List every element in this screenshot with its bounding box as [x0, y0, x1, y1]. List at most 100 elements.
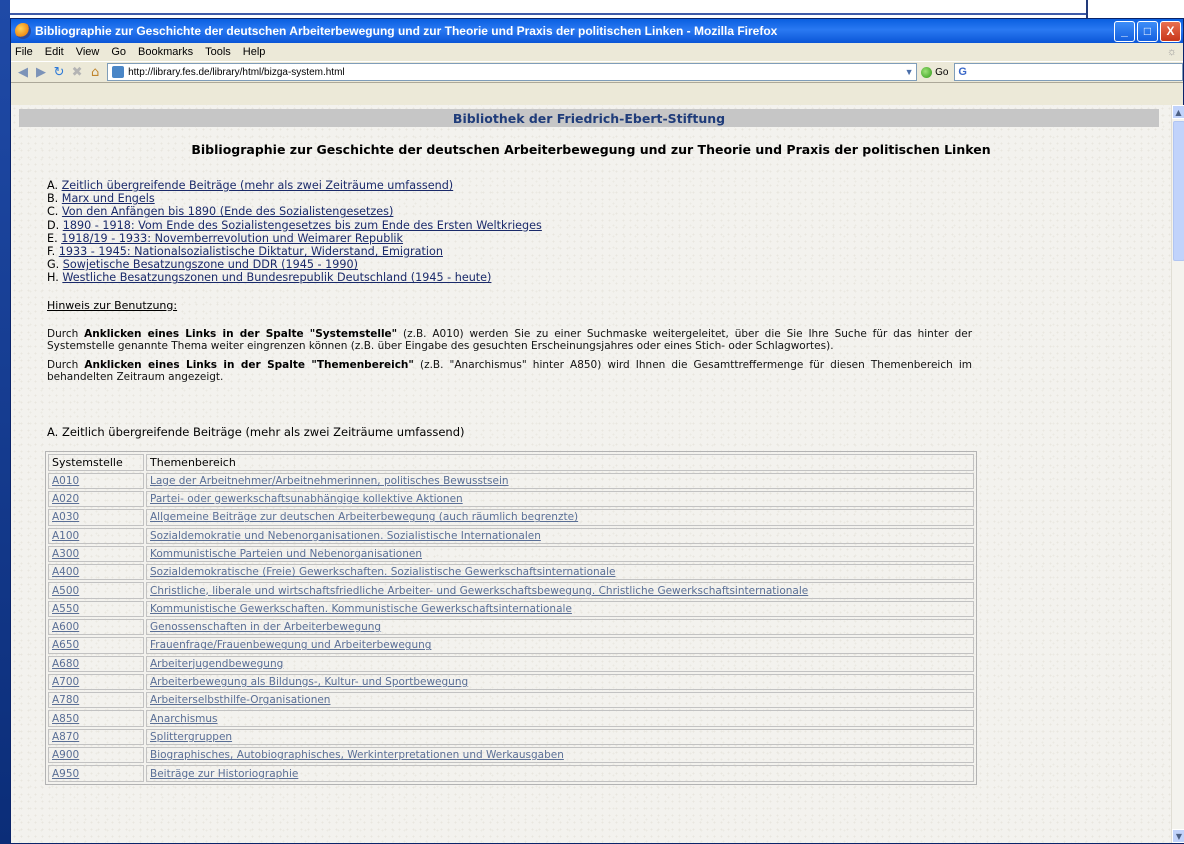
- systemstelle-link[interactable]: A870: [52, 731, 79, 743]
- themenbereich-link[interactable]: Sozialdemokratie und Nebenorganisationen…: [150, 530, 541, 542]
- systemstelle-link[interactable]: A500: [52, 585, 79, 597]
- desktop-left-edge: [0, 0, 10, 844]
- table-row: A650 Frauenfrage/Frauenbewegung und Arbei…: [48, 637, 974, 654]
- themenbereich-link[interactable]: Frauenfrage/Frauenbewegung und Arbeiterb…: [150, 639, 431, 651]
- themenbereich-link[interactable]: Kommunistische Gewerkschaften. Kommunist…: [150, 603, 572, 615]
- systemstelle-link[interactable]: A650: [52, 639, 79, 651]
- home-icon[interactable]: ⌂: [89, 63, 101, 81]
- title-bar[interactable]: Bibliographie zur Geschichte der deutsch…: [11, 19, 1183, 43]
- go-button[interactable]: Go: [921, 66, 948, 78]
- toc-link[interactable]: Von den Anfängen bis 1890 (Ende des Sozi…: [62, 205, 393, 218]
- toc-link[interactable]: Sowjetische Besatzungszone und DDR (1945…: [63, 258, 358, 271]
- library-header: Bibliothek der Friedrich-Ebert-Stiftung: [19, 109, 1159, 127]
- scroll-up-icon[interactable]: ▲: [1172, 105, 1184, 119]
- themenbereich-link[interactable]: Arbeiterjugendbewegung: [150, 658, 283, 670]
- table-row: A850 Anarchismus: [48, 710, 974, 727]
- address-bar[interactable]: http://library.fes.de/library/html/bizga…: [107, 63, 918, 81]
- themenbereich-cell: Splittergruppen: [146, 728, 974, 746]
- systemstelle-link[interactable]: A010: [52, 475, 79, 487]
- systemstelle-link[interactable]: A030: [52, 511, 79, 523]
- themenbereich-link[interactable]: Kommunistische Parteien und Nebenorganis…: [150, 548, 422, 560]
- table-row: A030 Allgemeine Beiträge zur deutschen Ar…: [48, 509, 974, 526]
- systemstelle-link[interactable]: A600: [52, 621, 79, 633]
- toc-link[interactable]: Marx und Engels: [62, 192, 155, 205]
- themenbereich-link[interactable]: Sozialdemokratische (Freie) Gewerkschaft…: [150, 566, 616, 578]
- themenbereich-cell: Biographisches, Autobiographisches, Werk…: [146, 747, 974, 764]
- themenbereich-cell: Kommunistische Gewerkschaften. Kommunist…: [146, 600, 974, 617]
- systemstelle-cell: A850: [48, 710, 144, 727]
- address-url[interactable]: http://library.fes.de/library/html/bizga…: [128, 67, 902, 78]
- themenbereich-link[interactable]: Anarchismus: [150, 713, 218, 725]
- scroll-down-icon[interactable]: ▼: [1172, 829, 1184, 843]
- firefox-icon[interactable]: [15, 23, 31, 39]
- window-title: Bibliographie zur Geschichte der deutsch…: [35, 24, 778, 38]
- themenbereich-link[interactable]: Allgemeine Beiträge zur deutschen Arbeit…: [150, 511, 578, 523]
- systemstelle-link[interactable]: A680: [52, 658, 79, 670]
- toc-link[interactable]: 1933 - 1945: Nationalsozialistische Dikt…: [59, 245, 443, 258]
- search-input[interactable]: G: [954, 63, 1184, 81]
- minimize-button[interactable]: _: [1114, 20, 1135, 42]
- themenbereich-link[interactable]: Christliche, liberale und wirtschaftsfri…: [150, 585, 808, 597]
- themenbereich-link[interactable]: Biographisches, Autobiographisches, Werk…: [150, 749, 564, 761]
- toc-link[interactable]: Zeitlich übergreifende Beiträge (mehr al…: [62, 179, 454, 192]
- themenbereich-cell: Allgemeine Beiträge zur deutschen Arbeit…: [146, 509, 974, 526]
- toc-link[interactable]: 1918/19 - 1933: Novemberrevolution und W…: [61, 232, 403, 245]
- systemstelle-link[interactable]: A780: [52, 694, 79, 706]
- table-row: A900 Biographisches, Autobiographisches, …: [48, 747, 974, 764]
- close-button[interactable]: X: [1160, 20, 1181, 42]
- themenbereich-link[interactable]: Lage der Arbeitnehmer/Arbeitnehmerinnen,…: [150, 475, 509, 487]
- menu-view[interactable]: View: [76, 46, 100, 58]
- systemstelle-cell: A950: [48, 765, 144, 782]
- menu-tools[interactable]: Tools: [205, 46, 231, 58]
- menu-go[interactable]: Go: [111, 46, 126, 58]
- themenbereich-link[interactable]: Splittergruppen: [150, 731, 232, 743]
- systemstelle-link[interactable]: A100: [52, 530, 79, 542]
- table-row: A010 Lage der Arbeitnehmer/Arbeitnehmerin…: [48, 472, 974, 489]
- themenbereich-link[interactable]: Arbeiterbewegung als Bildungs-, Kultur- …: [150, 676, 468, 688]
- systemstelle-link[interactable]: A300: [52, 548, 79, 560]
- systemstelle-link[interactable]: A900: [52, 749, 79, 761]
- themenbereich-link[interactable]: Partei- oder gewerkschaftsunabhängige ko…: [150, 493, 463, 505]
- vertical-scrollbar[interactable]: ▲ ▼: [1171, 105, 1184, 843]
- systemstelle-link[interactable]: A400: [52, 566, 79, 578]
- menu-file[interactable]: File: [15, 46, 33, 58]
- maximize-button[interactable]: □: [1137, 20, 1158, 42]
- toc-item: A. Zeitlich übergreifende Beiträge (mehr…: [47, 179, 454, 192]
- themenbereich-link[interactable]: Beiträge zur Historiographie: [150, 768, 298, 780]
- page-content: Bibliothek der Friedrich-Ebert-Stiftung …: [11, 105, 1171, 843]
- themenbereich-cell: Beiträge zur Historiographie: [146, 765, 974, 782]
- toc-item: D. 1890 - 1918: Vom Ende des Sozialisten…: [47, 218, 542, 232]
- scroll-thumb[interactable]: [1173, 121, 1184, 261]
- menu-help[interactable]: Help: [243, 46, 266, 58]
- toc-item: B. Marx und Engels: [47, 192, 155, 206]
- systemstelle-cell: A680: [48, 655, 144, 672]
- reload-icon[interactable]: ↻: [53, 63, 65, 81]
- systemstelle-link[interactable]: A850: [52, 713, 79, 725]
- systemstelle-link[interactable]: A020: [52, 493, 79, 505]
- systemstelle-link[interactable]: A950: [52, 768, 79, 780]
- page-title: Bibliographie zur Geschichte der deutsch…: [191, 142, 991, 157]
- menu-edit[interactable]: Edit: [45, 46, 64, 58]
- systemstelle-cell: A550: [48, 600, 144, 617]
- systemstelle-cell: A780: [48, 692, 144, 709]
- forward-arrow-icon[interactable]: ▶: [35, 63, 47, 81]
- themenbereich-link[interactable]: Genossenschaften in der Arbeiterbewegung: [150, 621, 381, 633]
- usage-hint-paragraph: Durch Anklicken eines Links in der Spalt…: [47, 327, 973, 352]
- toc-link[interactable]: 1890 - 1918: Vom Ende des Sozialistenges…: [63, 219, 542, 232]
- stop-icon[interactable]: ✖: [71, 63, 83, 81]
- back-arrow-icon[interactable]: ◀: [17, 63, 29, 81]
- throbber-icon: ☼: [1166, 46, 1177, 58]
- systemstelle-cell: A020: [48, 490, 144, 508]
- table-row: A550 Kommunistische Gewerkschaften. Kommu…: [48, 600, 974, 617]
- navigation-toolbar: ◀ ▶ ↻ ✖ ⌂ http://library.fes.de/library/…: [11, 61, 1184, 83]
- toc-link[interactable]: Westliche Besatzungszonen und Bundesrepu…: [62, 271, 491, 284]
- chevron-down-icon[interactable]: ▼: [902, 67, 916, 77]
- table-row: A600 Genossenschaften in der Arbeiterbewe…: [48, 619, 974, 636]
- table-row: A300 Kommunistische Parteien und Nebenorg…: [48, 545, 974, 563]
- themenbereich-cell: Genossenschaften in der Arbeiterbewegung: [146, 619, 974, 636]
- systemstelle-link[interactable]: A550: [52, 603, 79, 615]
- themenbereich-link[interactable]: Arbeiterselbsthilfe-Organisationen: [150, 694, 330, 706]
- google-search-icon[interactable]: G: [958, 66, 967, 78]
- systemstelle-link[interactable]: A700: [52, 676, 79, 688]
- menu-bookmarks[interactable]: Bookmarks: [138, 46, 193, 58]
